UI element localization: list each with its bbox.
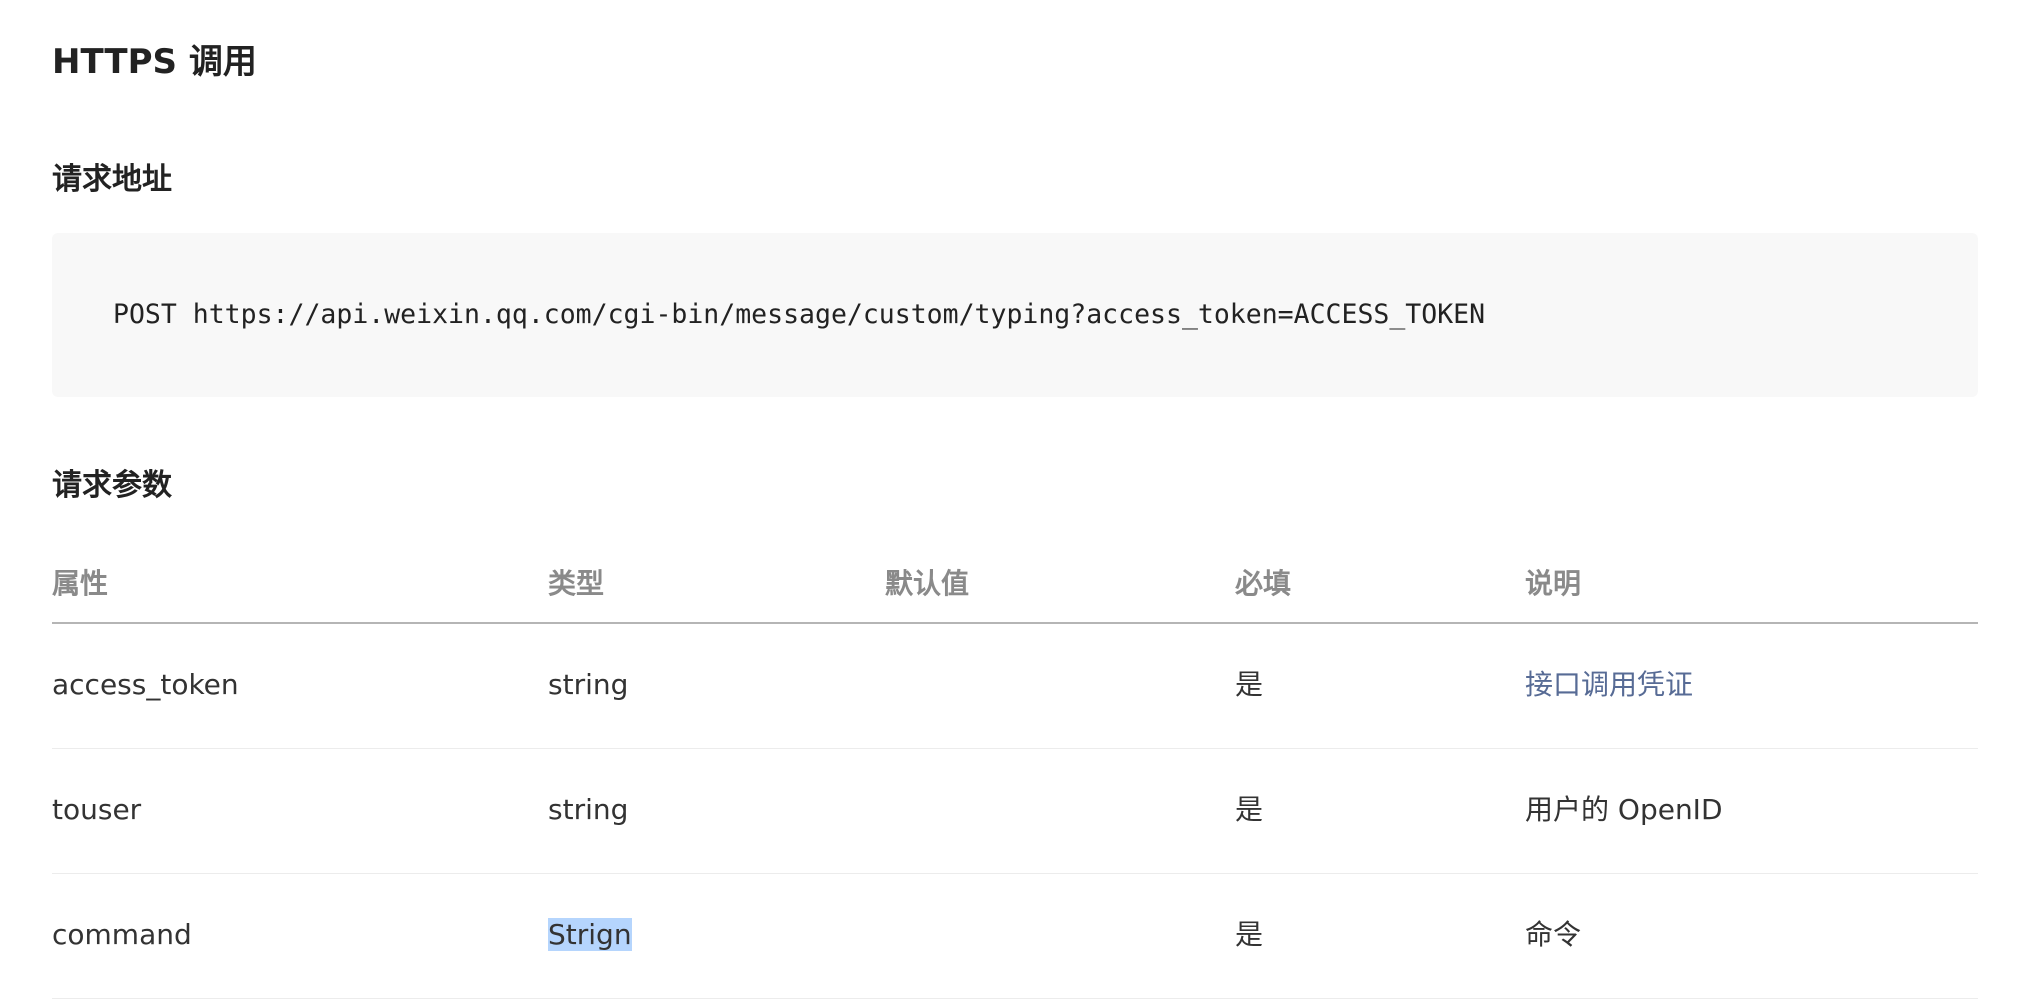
- column-header-description: 说明: [1525, 567, 1582, 600]
- column-header-default: 默认值: [885, 567, 970, 600]
- column-header-required: 必填: [1235, 567, 1292, 600]
- selected-text[interactable]: Strign: [548, 918, 632, 951]
- request-params-heading: 请求参数: [52, 468, 172, 503]
- table-row: command Strign 是 命令: [52, 874, 1978, 999]
- param-name: touser: [52, 793, 142, 826]
- access-token-doc-link[interactable]: 接口调用凭证: [1525, 665, 1693, 705]
- param-required: 是: [1235, 793, 1264, 826]
- param-required: 是: [1235, 668, 1264, 701]
- param-description: 命令: [1525, 918, 1582, 951]
- param-required: 是: [1235, 918, 1264, 951]
- param-type-cell: Strign: [548, 915, 632, 955]
- code-block[interactable]: POST https://api.weixin.qq.com/cgi-bin/m…: [52, 233, 1978, 397]
- page-title: HTTPS 调用: [52, 42, 257, 82]
- column-header-name: 属性: [52, 567, 109, 600]
- param-name: command: [52, 918, 192, 951]
- params-table: 属性 类型 默认值 必填 说明 access_token string 是 接口…: [52, 552, 1978, 999]
- request-url-code[interactable]: POST https://api.weixin.qq.com/cgi-bin/m…: [113, 295, 1485, 335]
- table-row: access_token string 是 接口调用凭证: [52, 624, 1978, 749]
- param-type: string: [548, 668, 629, 701]
- param-type: string: [548, 793, 629, 826]
- table-header: 属性 类型 默认值 必填 说明: [52, 552, 1978, 624]
- param-description: 用户的 OpenID: [1525, 793, 1723, 826]
- param-name: access_token: [52, 668, 239, 701]
- request-address-heading: 请求地址: [52, 162, 172, 197]
- doc-page: HTTPS 调用 请求地址 POST https://api.weixin.qq…: [0, 0, 2026, 1006]
- table-row: touser string 是 用户的 OpenID: [52, 749, 1978, 874]
- column-header-type: 类型: [548, 567, 605, 600]
